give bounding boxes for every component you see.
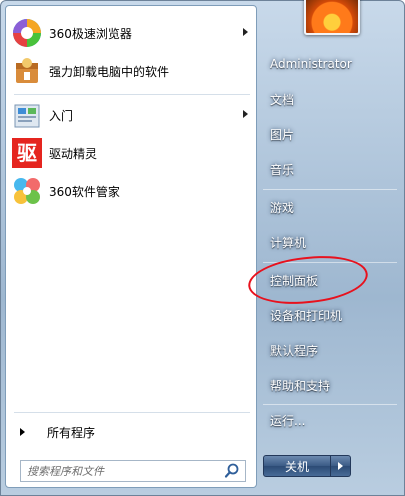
right-item-documents[interactable]: 文档: [263, 84, 397, 114]
right-item-administrator[interactable]: Administrator: [263, 49, 397, 79]
program-label: 强力卸载电脑中的软件: [49, 64, 170, 79]
submenu-arrow-icon: [243, 110, 248, 118]
driver-genius-icon: 驱: [11, 137, 43, 169]
right-item-help-support[interactable]: 帮助和支持: [263, 370, 397, 400]
search-input[interactable]: [27, 462, 223, 480]
search-box[interactable]: [20, 460, 246, 482]
right-item-devices-printers[interactable]: 设备和打印机: [263, 300, 397, 330]
program-uninstall[interactable]: 强力卸载电脑中的软件: [8, 52, 254, 90]
search-icon[interactable]: [223, 462, 241, 480]
right-item-label: 文档: [270, 92, 295, 107]
right-item-computer[interactable]: 计算机: [263, 227, 397, 257]
separator: [14, 94, 250, 95]
all-programs-button[interactable]: 所有程序: [8, 420, 254, 444]
right-item-label: 帮助和支持: [270, 378, 331, 393]
start-menu: 360极速浏览器 强力卸载电脑中的软件 入门 驱 驱动精灵 360软件管家 所有…: [0, 0, 405, 496]
all-programs-label: 所有程序: [47, 425, 96, 440]
program-360-software-manager[interactable]: 360软件管家: [8, 172, 254, 210]
program-label: 驱动精灵: [49, 146, 98, 161]
right-item-label: 运行...: [270, 413, 306, 428]
right-item-music[interactable]: 音乐: [263, 154, 397, 184]
uninstall-icon: [11, 55, 43, 87]
shutdown-group: 关机: [263, 455, 353, 477]
program-driver-genius[interactable]: 驱 驱动精灵: [8, 134, 254, 172]
shutdown-options-button[interactable]: [331, 455, 351, 477]
right-item-label: 设备和打印机: [270, 308, 343, 323]
right-item-default-programs[interactable]: 默认程序: [263, 335, 397, 365]
right-item-label: 默认程序: [270, 343, 319, 358]
right-item-label: 音乐: [270, 162, 295, 177]
program-getting-started[interactable]: 入门: [8, 96, 254, 134]
360-software-manager-icon: [11, 175, 43, 207]
separator: [14, 412, 250, 413]
separator: [263, 189, 397, 190]
programs-pane: 360极速浏览器 强力卸载电脑中的软件 入门 驱 驱动精灵 360软件管家 所有…: [5, 5, 257, 488]
shutdown-label: 关机: [284, 459, 309, 474]
submenu-arrow-icon: [243, 28, 248, 36]
right-item-pictures[interactable]: 图片: [263, 119, 397, 149]
right-item-label: 游戏: [270, 200, 295, 215]
program-360-browser[interactable]: 360极速浏览器: [8, 14, 254, 52]
right-item-label: 图片: [270, 127, 295, 142]
right-item-label: 计算机: [270, 235, 307, 250]
right-item-run[interactable]: 运行...: [263, 405, 397, 435]
shutdown-button[interactable]: 关机: [263, 455, 331, 477]
svg-text:驱: 驱: [17, 141, 37, 165]
program-label: 360软件管家: [49, 184, 120, 199]
expand-arrow-icon: [20, 428, 25, 436]
360-browser-icon: [11, 17, 43, 49]
program-label: 360极速浏览器: [49, 26, 132, 41]
program-label: 入门: [49, 108, 74, 123]
right-item-games[interactable]: 游戏: [263, 192, 397, 222]
user-avatar[interactable]: [304, 0, 360, 35]
right-item-label: Administrator: [270, 57, 352, 71]
getting-started-icon: [11, 99, 43, 131]
